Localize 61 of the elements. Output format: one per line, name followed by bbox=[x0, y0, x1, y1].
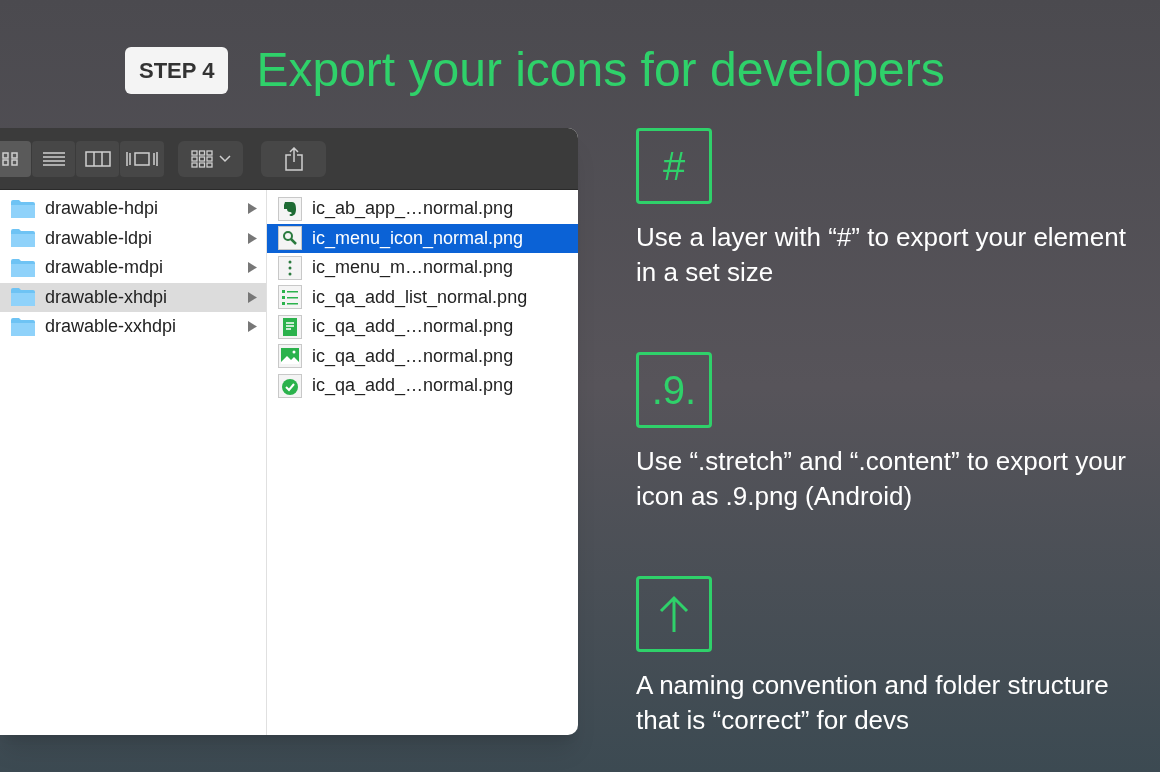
folder-row[interactable]: drawable-xhdpi bbox=[0, 282, 266, 312]
file-name: ic_menu_icon_normal.png bbox=[312, 226, 524, 251]
file-row[interactable]: ic_qa_add_…normal.png bbox=[267, 341, 578, 371]
grid-icon bbox=[1, 151, 18, 166]
disclosure-triangle-icon bbox=[248, 262, 257, 274]
share-button[interactable] bbox=[261, 140, 326, 177]
view-mode-button[interactable] bbox=[76, 140, 119, 177]
folder-icon bbox=[10, 257, 36, 278]
alarm-clock-icon bbox=[278, 373, 302, 398]
caret-icon bbox=[218, 154, 231, 163]
file-row[interactable]: ic_menu_icon_normal.png bbox=[267, 223, 578, 253]
note-icon bbox=[278, 314, 302, 339]
columns-icon bbox=[84, 150, 111, 167]
feature-description: A naming convention and folder structure that is “correct” for devs bbox=[636, 669, 1110, 737]
folder-icon bbox=[10, 316, 36, 337]
step-badge: STEP 4 bbox=[125, 46, 229, 94]
feature-description: Use “.stretch” and “.content” to export your icon as .9.png (Android) bbox=[636, 445, 1127, 513]
coverflow-icon bbox=[125, 149, 159, 168]
symbol-badge: .9. bbox=[636, 352, 712, 428]
file-name: ic_ab_app_…normal.png bbox=[312, 197, 514, 221]
file-name: ic_qa_add_…normal.png bbox=[312, 344, 514, 369]
arrange-grid-icon bbox=[190, 149, 213, 168]
file-row[interactable]: ic_qa_add_list_normal.png bbox=[267, 282, 578, 312]
disclosure-triangle-icon bbox=[248, 291, 257, 303]
folder-row[interactable]: drawable-xxhdpi bbox=[0, 312, 266, 342]
image-icon bbox=[278, 344, 302, 369]
up-arrow-icon bbox=[659, 595, 689, 633]
folder-name: drawable-xxhdpi bbox=[45, 315, 178, 339]
feature-description: Use a layer with “#” to export your element in a set size bbox=[636, 221, 1127, 289]
disclosure-triangle-icon bbox=[248, 232, 257, 244]
view-mode-button[interactable] bbox=[120, 140, 164, 177]
more-icon bbox=[278, 255, 302, 280]
checklist-icon bbox=[278, 285, 302, 310]
search-icon bbox=[278, 226, 302, 251]
share-icon bbox=[284, 146, 303, 171]
file-name: ic_qa_add_list_normal.png bbox=[312, 285, 528, 310]
file-row[interactable]: ic_menu_m…normal.png bbox=[267, 253, 578, 283]
arrange-button[interactable] bbox=[178, 140, 243, 177]
file-name: ic_menu_m…normal.png bbox=[312, 256, 514, 280]
file-row[interactable]: ic_qa_add_…normal.png bbox=[267, 312, 578, 342]
folder-row[interactable]: drawable-ldpi bbox=[0, 223, 266, 253]
list-icon bbox=[41, 150, 66, 167]
page-title: Export your icons for developers bbox=[256, 46, 945, 94]
file-name: ic_qa_add_…normal.png bbox=[312, 315, 514, 339]
disclosure-triangle-icon bbox=[248, 203, 257, 215]
disclosure-triangle-icon bbox=[248, 321, 257, 333]
view-mode-button[interactable] bbox=[0, 140, 31, 177]
file-row[interactable]: ic_ab_app_…normal.png bbox=[267, 194, 578, 224]
folder-icon bbox=[10, 287, 36, 308]
file-name: ic_qa_add_…normal.png bbox=[312, 374, 514, 398]
folder-row[interactable]: drawable-hdpi bbox=[0, 194, 266, 224]
folder-name: drawable-hdpi bbox=[45, 197, 160, 221]
folder-name: drawable-xhdpi bbox=[45, 285, 169, 309]
view-mode-button[interactable] bbox=[32, 140, 75, 177]
folder-name: drawable-ldpi bbox=[45, 226, 154, 250]
file-row[interactable]: ic_qa_add_…normal.png bbox=[267, 371, 578, 401]
folder-row[interactable]: drawable-mdpi bbox=[0, 253, 266, 283]
folder-icon bbox=[10, 198, 36, 219]
folder-name: drawable-mdpi bbox=[45, 256, 165, 280]
symbol-badge: # bbox=[636, 128, 712, 204]
folder-icon bbox=[10, 228, 36, 249]
